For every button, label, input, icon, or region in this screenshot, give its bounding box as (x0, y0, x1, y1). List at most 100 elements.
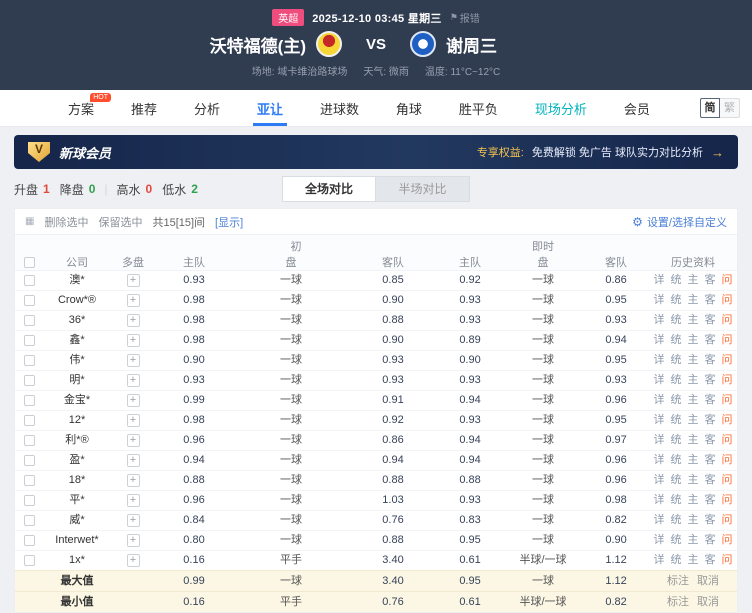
history-link-stats[interactable]: 统 (671, 314, 682, 326)
history-link-ask[interactable]: 问 (722, 414, 733, 426)
show-link[interactable]: [显示] (215, 214, 243, 230)
filter-low[interactable]: 低水2 (162, 181, 198, 198)
history-link-away[interactable]: 客 (705, 554, 716, 566)
history-link-ask[interactable]: 问 (722, 374, 733, 386)
history-link-detail[interactable]: 详 (654, 334, 665, 346)
expand-odds-button[interactable]: + (127, 374, 140, 387)
row-checkbox[interactable] (24, 335, 35, 346)
company-name[interactable]: Interwet* (43, 531, 111, 551)
expand-odds-button[interactable]: + (127, 414, 140, 427)
expand-odds-button[interactable]: + (127, 534, 140, 547)
expand-odds-button[interactable]: + (127, 354, 140, 367)
history-link-stats[interactable]: 统 (671, 514, 682, 526)
history-link-away[interactable]: 客 (705, 394, 716, 406)
history-link-home[interactable]: 主 (688, 314, 699, 326)
tab-plan[interactable]: 方案HOT (64, 90, 98, 126)
history-link-stats[interactable]: 统 (671, 374, 682, 386)
history-link-stats[interactable]: 统 (671, 414, 682, 426)
history-link-detail[interactable]: 详 (654, 294, 665, 306)
history-link-detail[interactable]: 详 (654, 514, 665, 526)
row-checkbox[interactable] (24, 275, 35, 286)
settings-link[interactable]: ⚙ 设置/选择自定义 (632, 214, 727, 230)
history-link-detail[interactable]: 详 (654, 554, 665, 566)
history-link-ask[interactable]: 问 (722, 294, 733, 306)
history-link-detail[interactable]: 详 (654, 494, 665, 506)
history-link-home[interactable]: 主 (688, 514, 699, 526)
expand-odds-button[interactable]: + (127, 434, 140, 447)
tab-analysis[interactable]: 分析 (190, 90, 224, 126)
company-name[interactable]: 澳* (43, 271, 111, 291)
history-link-stats[interactable]: 统 (671, 434, 682, 446)
lang-traditional-button[interactable]: 繁 (720, 98, 740, 118)
summary-action-mark[interactable]: 标注 (667, 596, 689, 608)
history-link-home[interactable]: 主 (688, 334, 699, 346)
row-checkbox[interactable] (24, 515, 35, 526)
company-name[interactable]: 明* (43, 371, 111, 391)
history-link-away[interactable]: 客 (705, 374, 716, 386)
row-checkbox[interactable] (24, 415, 35, 426)
arrow-right-icon[interactable]: → (711, 145, 724, 160)
history-link-ask[interactable]: 问 (722, 274, 733, 286)
delete-selected-button[interactable]: 删除选中 (44, 214, 88, 230)
expand-odds-button[interactable]: + (127, 314, 140, 327)
history-link-away[interactable]: 客 (705, 354, 716, 366)
row-checkbox[interactable] (24, 475, 35, 486)
history-link-detail[interactable]: 详 (654, 354, 665, 366)
history-link-ask[interactable]: 问 (722, 434, 733, 446)
tab-live-analysis[interactable]: 现场分析 (531, 90, 591, 126)
lang-simplified-button[interactable]: 简 (700, 98, 720, 118)
row-checkbox[interactable] (24, 455, 35, 466)
row-checkbox[interactable] (24, 295, 35, 306)
history-link-stats[interactable]: 统 (671, 274, 682, 286)
tab-half-match[interactable]: 半场对比 (376, 176, 470, 202)
history-link-detail[interactable]: 详 (654, 274, 665, 286)
expand-odds-button[interactable]: + (127, 334, 140, 347)
company-name[interactable]: Crow*® (43, 291, 111, 311)
history-link-stats[interactable]: 统 (671, 454, 682, 466)
tab-win-draw-lose[interactable]: 胜平负 (455, 90, 502, 126)
history-link-stats[interactable]: 统 (671, 534, 682, 546)
summary-action-mark[interactable]: 标注 (667, 575, 689, 587)
row-checkbox[interactable] (24, 355, 35, 366)
expand-odds-button[interactable]: + (127, 454, 140, 467)
history-link-home[interactable]: 主 (688, 274, 699, 286)
tab-member[interactable]: 会员 (620, 90, 654, 126)
history-link-away[interactable]: 客 (705, 434, 716, 446)
company-name[interactable]: 伟* (43, 351, 111, 371)
history-link-stats[interactable]: 统 (671, 394, 682, 406)
filter-down[interactable]: 降盘0 (60, 181, 96, 198)
history-link-ask[interactable]: 问 (722, 334, 733, 346)
history-link-detail[interactable]: 详 (654, 374, 665, 386)
history-link-detail[interactable]: 详 (654, 434, 665, 446)
history-link-away[interactable]: 客 (705, 294, 716, 306)
history-link-detail[interactable]: 详 (654, 474, 665, 486)
history-link-home[interactable]: 主 (688, 434, 699, 446)
history-link-away[interactable]: 客 (705, 474, 716, 486)
history-link-home[interactable]: 主 (688, 494, 699, 506)
history-link-stats[interactable]: 统 (671, 494, 682, 506)
select-all-checkbox[interactable] (24, 257, 35, 268)
history-link-away[interactable]: 客 (705, 314, 716, 326)
history-link-away[interactable]: 客 (705, 334, 716, 346)
company-name[interactable]: 威* (43, 511, 111, 531)
history-link-ask[interactable]: 问 (722, 354, 733, 366)
row-checkbox[interactable] (24, 435, 35, 446)
member-promo-banner[interactable]: V 新球会员 专享权益: 免费解锁 免广告 球队实力对比分析 → (14, 135, 738, 169)
company-name[interactable]: 36* (43, 311, 111, 331)
filter-up[interactable]: 升盘1 (14, 181, 50, 198)
history-link-detail[interactable]: 详 (654, 314, 665, 326)
expand-odds-button[interactable]: + (127, 554, 140, 567)
league-badge[interactable]: 英超 (272, 9, 304, 26)
expand-odds-button[interactable]: + (127, 514, 140, 527)
company-name[interactable]: 金宝* (43, 391, 111, 411)
report-error-link[interactable]: ⚑报错 (450, 10, 480, 25)
expand-odds-button[interactable]: + (127, 494, 140, 507)
company-name[interactable]: 12* (43, 411, 111, 431)
history-link-stats[interactable]: 统 (671, 294, 682, 306)
history-link-away[interactable]: 客 (705, 494, 716, 506)
history-link-away[interactable]: 客 (705, 414, 716, 426)
tab-asian-handicap[interactable]: 亚让 (253, 90, 287, 126)
history-link-away[interactable]: 客 (705, 534, 716, 546)
history-link-away[interactable]: 客 (705, 274, 716, 286)
row-checkbox[interactable] (24, 375, 35, 386)
